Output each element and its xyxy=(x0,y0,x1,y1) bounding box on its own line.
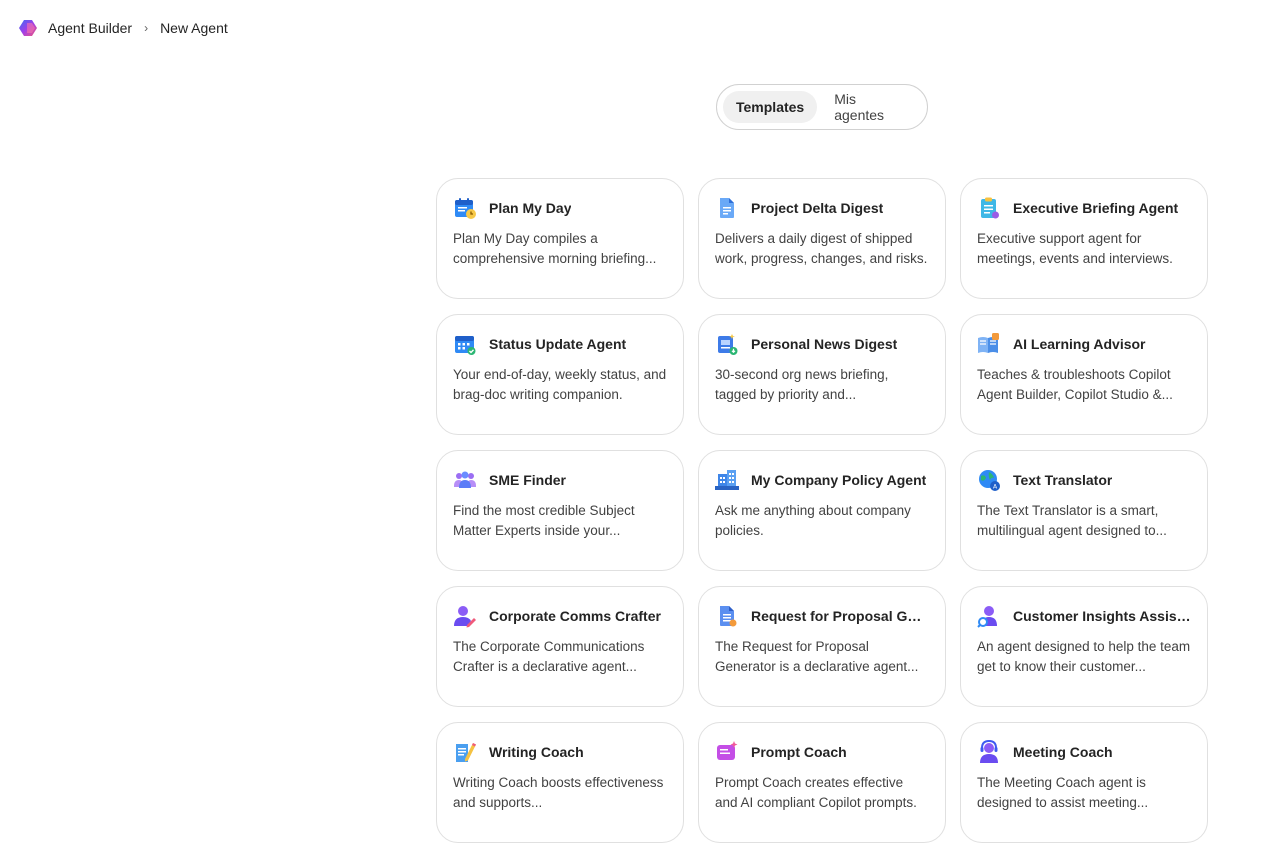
card-title: Personal News Digest xyxy=(751,336,898,352)
card-title: Executive Briefing Agent xyxy=(1013,200,1179,216)
template-card[interactable]: Meeting Coach The Meeting Coach agent is … xyxy=(960,722,1208,843)
card-description: Writing Coach boosts effectiveness and s… xyxy=(453,775,664,810)
card-description: An agent designed to help the team get t… xyxy=(977,639,1191,674)
tab-templates[interactable]: Templates xyxy=(723,91,818,123)
card-title: Plan My Day xyxy=(489,200,572,216)
card-title: Status Update Agent xyxy=(489,336,627,352)
card-description: Executive support agent for meetings, ev… xyxy=(977,231,1173,266)
template-grid: Plan My Day Plan My Day compiles a compre… xyxy=(436,178,1208,843)
people-icon xyxy=(454,471,476,488)
card-header: Personal News Digest xyxy=(715,331,929,357)
card-description: Teaches & troubleshoots Copilot Agent Bu… xyxy=(977,367,1173,402)
template-card[interactable]: Executive Briefing Agent Executive suppor… xyxy=(960,178,1208,299)
card-header: A Text Translator xyxy=(977,467,1191,493)
card-header: Plan My Day xyxy=(453,195,667,221)
template-card[interactable]: Customer Insights Assistant An agent desi… xyxy=(960,586,1208,707)
template-card[interactable]: Project Delta Digest Delivers a daily dig… xyxy=(698,178,946,299)
card-description: The Request for Proposal Generator is a … xyxy=(715,639,919,674)
book-icon xyxy=(978,333,999,353)
building-icon xyxy=(715,470,739,490)
card-title: Customer Insights Assistant xyxy=(1013,608,1191,624)
card-header: SME Finder xyxy=(453,467,667,493)
card-title: Meeting Coach xyxy=(1013,744,1113,760)
person-edit-icon xyxy=(454,606,476,628)
breadcrumb-separator-icon: › xyxy=(144,21,149,35)
card-header: Writing Coach xyxy=(453,739,667,765)
card-description: Your end-of-day, weekly status, and brag… xyxy=(453,367,667,402)
template-card[interactable]: Request for Proposal Gen... The Request f… xyxy=(698,586,946,707)
card-header: Request for Proposal Gen... xyxy=(715,603,929,629)
view-toggle: Templates Mis agentes xyxy=(716,84,928,130)
template-card[interactable]: Plan My Day Plan My Day compiles a compre… xyxy=(436,178,684,299)
person-search-icon xyxy=(977,606,997,628)
card-description: Find the most credible Subject Matter Ex… xyxy=(453,503,635,538)
card-title: Text Translator xyxy=(1013,472,1113,488)
card-title: AI Learning Advisor xyxy=(1013,336,1146,352)
template-card[interactable]: Corporate Comms Crafter The Corporate Com… xyxy=(436,586,684,707)
card-description: Prompt Coach creates effective and AI co… xyxy=(715,775,917,810)
card-description: Ask me anything about company policies. xyxy=(715,503,911,538)
template-card[interactable]: Prompt Coach Prompt Coach creates effecti… xyxy=(698,722,946,843)
globe-icon: A xyxy=(979,470,1000,491)
breadcrumb: Agent Builder › New Agent xyxy=(18,17,228,39)
card-title: Corporate Comms Crafter xyxy=(489,608,661,624)
card-header: Meeting Coach xyxy=(977,739,1191,765)
card-title: My Company Policy Agent xyxy=(751,472,927,488)
template-card[interactable]: Personal News Digest 30-second org news b… xyxy=(698,314,946,435)
card-title: Request for Proposal Gen... xyxy=(751,608,929,624)
card-title: Project Delta Digest xyxy=(751,200,884,216)
news-icon xyxy=(718,334,738,355)
card-header: Prompt Coach xyxy=(715,739,929,765)
card-title: Prompt Coach xyxy=(751,744,847,760)
clipboard-icon xyxy=(981,197,999,219)
card-title: Writing Coach xyxy=(489,744,584,760)
sparkle-edit-icon xyxy=(717,741,738,760)
template-card[interactable]: SME Finder Find the most credible Subject… xyxy=(436,450,684,571)
tab-mis-agentes[interactable]: Mis agentes xyxy=(821,91,921,123)
card-header: AI Learning Advisor xyxy=(977,331,1191,357)
card-description: The Text Translator is a smart, multilin… xyxy=(977,503,1167,538)
card-description: Plan My Day compiles a comprehensive mor… xyxy=(453,231,657,266)
card-header: Customer Insights Assistant xyxy=(977,603,1191,629)
document-list-icon xyxy=(720,606,737,627)
card-header: Project Delta Digest xyxy=(715,195,929,221)
card-header: Status Update Agent xyxy=(453,331,667,357)
card-description: Delivers a daily digest of shipped work,… xyxy=(715,231,928,266)
template-card[interactable]: Writing Coach Writing Coach boosts effect… xyxy=(436,722,684,843)
breadcrumb-agent-builder[interactable]: Agent Builder xyxy=(48,20,132,36)
template-card[interactable]: A Text Translator The Text Translator is a… xyxy=(960,450,1208,571)
card-description: The Corporate Communications Crafter is … xyxy=(453,639,645,674)
calendar-check-icon xyxy=(455,336,476,355)
template-card[interactable]: AI Learning Advisor Teaches & troubleshoo… xyxy=(960,314,1208,435)
template-card[interactable]: My Company Policy Agent Ask me anything a… xyxy=(698,450,946,571)
card-title: SME Finder xyxy=(489,472,567,488)
breadcrumb-current-page: New Agent xyxy=(160,20,228,36)
pen-doc-icon xyxy=(456,743,476,762)
agent-builder-logo-icon xyxy=(19,20,37,36)
person-headset-icon xyxy=(980,740,998,763)
card-description: The Meeting Coach agent is designed to a… xyxy=(977,775,1149,810)
document-icon xyxy=(720,198,734,218)
card-header: Executive Briefing Agent xyxy=(977,195,1191,221)
card-description: 30-second org news briefing, tagged by p… xyxy=(715,367,889,402)
template-card[interactable]: Status Update Agent Your end-of-day, week… xyxy=(436,314,684,435)
card-header: My Company Policy Agent xyxy=(715,467,929,493)
card-header: Corporate Comms Crafter xyxy=(453,603,667,629)
calendar-clock-icon xyxy=(455,198,476,219)
